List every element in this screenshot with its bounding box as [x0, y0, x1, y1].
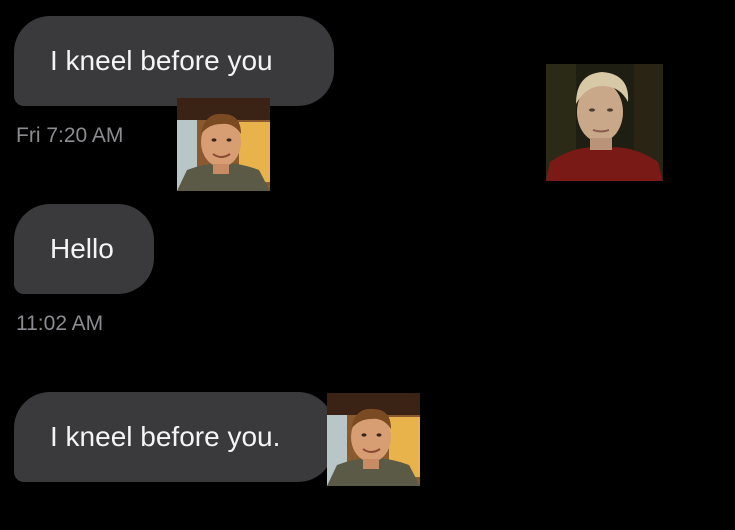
message-text: I kneel before you. — [50, 421, 281, 452]
message-timestamp: Fri 7:20 AM — [16, 124, 124, 147]
blond-man-photo-icon[interactable] — [546, 64, 663, 181]
message-timestamp: 11:02 AM — [16, 312, 104, 335]
message-bubble[interactable]: I kneel before you — [14, 16, 334, 106]
message-text: Hello — [50, 233, 114, 264]
message-bubble[interactable]: Hello — [14, 204, 154, 294]
message-bubble[interactable]: I kneel before you. — [14, 392, 334, 482]
message-text: I kneel before you — [50, 45, 273, 76]
smiling-man-photo-icon[interactable] — [177, 98, 270, 191]
smiling-man-photo-icon[interactable] — [327, 393, 420, 486]
